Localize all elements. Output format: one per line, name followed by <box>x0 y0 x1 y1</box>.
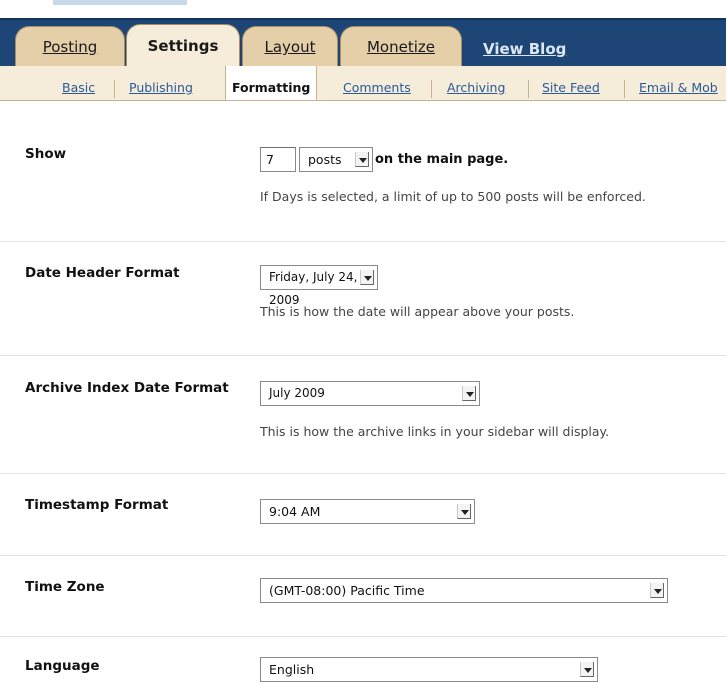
tab-posting[interactable]: Posting <box>15 26 125 66</box>
show-suffix: on the main page. <box>375 152 509 167</box>
timestamp-value: 9:04 AM <box>269 504 321 519</box>
time-zone-label: Time Zone <box>25 579 105 595</box>
subtab-basic[interactable]: Basic <box>62 66 95 100</box>
subtab-comments[interactable]: Comments <box>343 66 411 100</box>
section-divider <box>0 473 726 474</box>
subtab-site-feed[interactable]: Site Feed <box>542 66 600 100</box>
tab-layout[interactable]: Layout <box>242 26 338 66</box>
view-blog-link[interactable]: View Blog <box>483 40 566 58</box>
subtab-separator <box>624 80 625 98</box>
sub-nav: Basic Publishing Formatting Comments Arc… <box>0 66 726 101</box>
language-value: English <box>269 662 315 677</box>
section-divider <box>0 355 726 356</box>
date-header-help: This is how the date will appear above y… <box>260 304 575 319</box>
show-count-input[interactable]: 7 <box>260 147 296 172</box>
subtab-separator <box>114 80 115 98</box>
subtab-formatting[interactable]: Formatting <box>225 66 318 100</box>
tab-settings[interactable]: Settings <box>126 24 240 66</box>
archive-index-value: July 2009 <box>269 386 325 400</box>
show-help: If Days is selected, a limit of up to 50… <box>260 189 646 204</box>
top-strip <box>0 0 726 18</box>
date-header-value: Friday, July 24, 2009 <box>269 270 358 307</box>
tab-monetize[interactable]: Monetize <box>340 26 462 66</box>
section-divider <box>0 636 726 637</box>
timestamp-label: Timestamp Format <box>25 497 169 513</box>
show-label: Show <box>25 146 67 162</box>
language-label: Language <box>25 658 100 674</box>
chevron-down-icon <box>457 504 471 519</box>
language-select[interactable]: English <box>260 657 598 682</box>
subtab-publishing[interactable]: Publishing <box>129 66 193 100</box>
date-header-select[interactable]: Friday, July 24, 2009 <box>260 265 378 307</box>
subtab-separator <box>431 80 432 98</box>
archive-index-label: Archive Index Date Format <box>25 380 229 396</box>
chevron-down-icon <box>462 386 476 401</box>
main-nav: Posting Settings Layout Monetize View Bl… <box>0 18 726 66</box>
time-zone-value: (GMT-08:00) Pacific Time <box>269 583 425 598</box>
timestamp-select[interactable]: 9:04 AM <box>260 499 475 524</box>
archive-index-select[interactable]: July 2009 <box>260 381 480 406</box>
top-strip-highlight <box>53 0 187 5</box>
section-divider <box>0 241 726 242</box>
subtab-separator <box>528 80 529 98</box>
archive-index-help: This is how the archive links in your si… <box>260 424 610 439</box>
chevron-down-icon <box>650 583 664 598</box>
chevron-down-icon <box>355 152 369 167</box>
subtab-email-mobile[interactable]: Email & Mob <box>639 66 718 100</box>
chevron-down-icon <box>580 662 594 677</box>
show-unit-select[interactable]: posts <box>299 147 373 172</box>
show-unit-value: posts <box>308 152 342 167</box>
time-zone-select[interactable]: (GMT-08:00) Pacific Time <box>260 578 668 603</box>
subtab-archiving[interactable]: Archiving <box>447 66 505 100</box>
chevron-down-icon <box>360 270 374 285</box>
date-header-label: Date Header Format <box>25 265 180 281</box>
section-divider <box>0 555 726 556</box>
